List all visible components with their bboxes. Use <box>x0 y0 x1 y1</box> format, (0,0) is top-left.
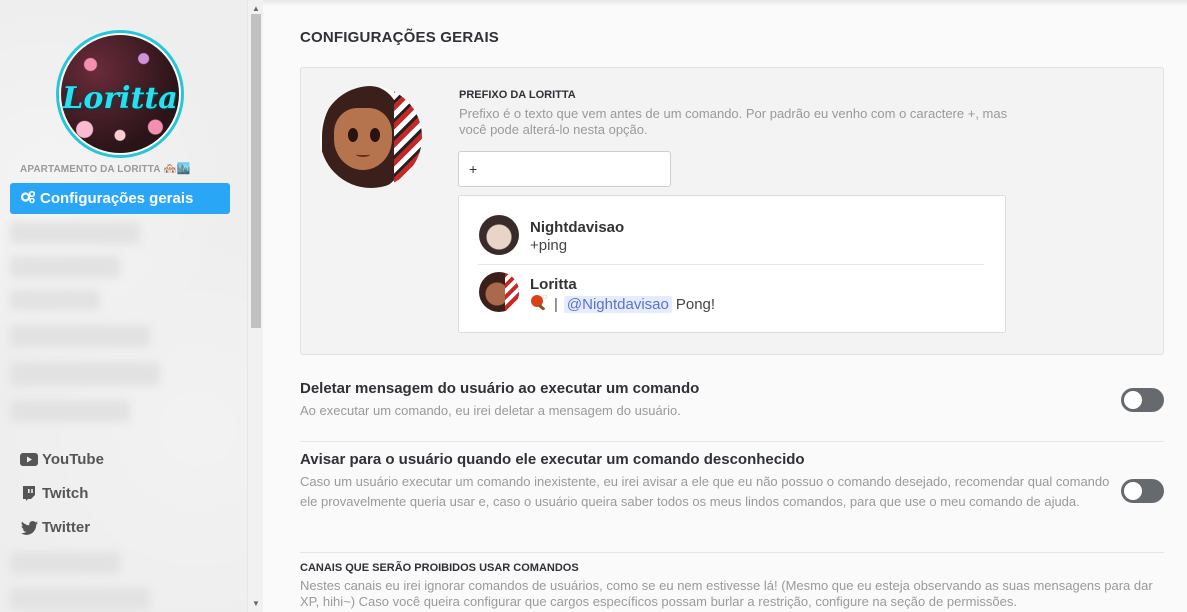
setting-description: Ao executar um comando, eu irei deletar … <box>300 403 681 418</box>
divider <box>300 552 1164 553</box>
avatar-face <box>334 108 392 170</box>
sidebar-item-blurred[interactable] <box>10 588 150 610</box>
loritta-avatar <box>320 86 422 188</box>
preview-bot-reply: Pong! <box>675 295 716 313</box>
blocked-channels-description: Nestes canais eu irei ignorar comandos d… <box>300 578 1153 609</box>
page-title: CONFIGURAÇÕES GERAIS <box>300 29 500 46</box>
sidebar-item-twitch[interactable]: Twitch <box>20 485 88 502</box>
social-label: Twitter <box>42 519 91 536</box>
server-avatar[interactable]: Loritta <box>56 30 184 158</box>
twitter-icon <box>20 520 38 535</box>
avatar-jacket <box>394 86 422 188</box>
sidebar-item-blurred[interactable] <box>10 325 150 347</box>
sidebar-item-blurred[interactable] <box>10 362 160 386</box>
avatar-mouth <box>356 152 370 157</box>
ping-pong-icon <box>530 294 548 314</box>
preview-bot-message: | @Nightdavisao Pong! <box>530 294 715 314</box>
preview-bot-name: Loritta <box>530 276 577 293</box>
sidebar-item-general-settings[interactable]: Configurações gerais <box>10 183 230 214</box>
preview-mention: @Nightdavisao <box>563 295 672 313</box>
preview-divider <box>478 264 984 265</box>
sidebar-scrollbar[interactable]: ▲ ▼ <box>247 0 263 612</box>
sidebar-item-label: Configurações gerais <box>40 190 194 207</box>
server-avatar-image: Loritta <box>59 33 181 155</box>
unknown-command-warning-toggle[interactable] <box>1121 479 1164 503</box>
social-label: YouTube <box>42 451 104 468</box>
bot-avatar <box>479 272 519 312</box>
setting-description: Caso um usuário executar um comando inex… <box>300 474 1110 509</box>
user-avatar <box>479 215 519 255</box>
server-name-text: APARTAMENTO DA LORITTA <box>20 164 161 175</box>
preview-separator: | <box>554 295 558 313</box>
gears-icon <box>20 190 36 207</box>
sidebar: Loritta APARTAMENTO DA LORITTA 🏘️🏙️ Conf… <box>0 0 247 612</box>
avatar-logo-text: Loritta <box>62 81 178 116</box>
sidebar-item-twitter[interactable]: Twitter <box>20 519 90 536</box>
server-name-emojis: 🏘️🏙️ <box>163 163 191 175</box>
sidebar-item-blurred[interactable] <box>10 256 120 278</box>
twitch-icon <box>20 486 38 501</box>
prefix-label: PREFIXO DA LORITTA <box>459 89 576 101</box>
prefix-description: Prefixo é o texto que vem antes de um co… <box>459 106 1008 137</box>
divider <box>300 441 1164 442</box>
sidebar-item-youtube[interactable]: YouTube <box>20 451 104 468</box>
delete-message-toggle[interactable] <box>1121 388 1164 412</box>
preview-user-message: +ping <box>530 237 568 254</box>
setting-title: Avisar para o usuário quando ele executa… <box>300 451 805 468</box>
scroll-up-arrow-icon[interactable]: ▲ <box>252 4 260 13</box>
scrollbar-thumb[interactable] <box>251 14 261 328</box>
server-name: APARTAMENTO DA LORITTA 🏘️🏙️ <box>20 162 191 175</box>
sidebar-item-blurred[interactable] <box>10 552 120 574</box>
top-shadow <box>263 0 1187 6</box>
social-label: Twitch <box>42 485 89 502</box>
youtube-icon <box>20 453 38 467</box>
avatar-eye <box>370 128 380 142</box>
prefix-input[interactable] <box>458 151 671 187</box>
sidebar-item-blurred[interactable] <box>10 222 140 244</box>
sidebar-item-blurred[interactable] <box>10 290 100 310</box>
sidebar-item-blurred[interactable] <box>10 400 130 422</box>
avatar-eye <box>348 128 358 142</box>
scroll-down-arrow-icon[interactable]: ▼ <box>252 599 260 608</box>
app-root: Loritta APARTAMENTO DA LORITTA 🏘️🏙️ Conf… <box>0 0 1187 612</box>
setting-title: Deletar mensagem do usuário ao executar … <box>300 380 700 397</box>
blocked-channels-title: CANAIS QUE SERÃO PROIBIDOS USAR COMANDOS <box>300 562 579 574</box>
preview-user-name: Nightdavisao <box>530 219 625 236</box>
